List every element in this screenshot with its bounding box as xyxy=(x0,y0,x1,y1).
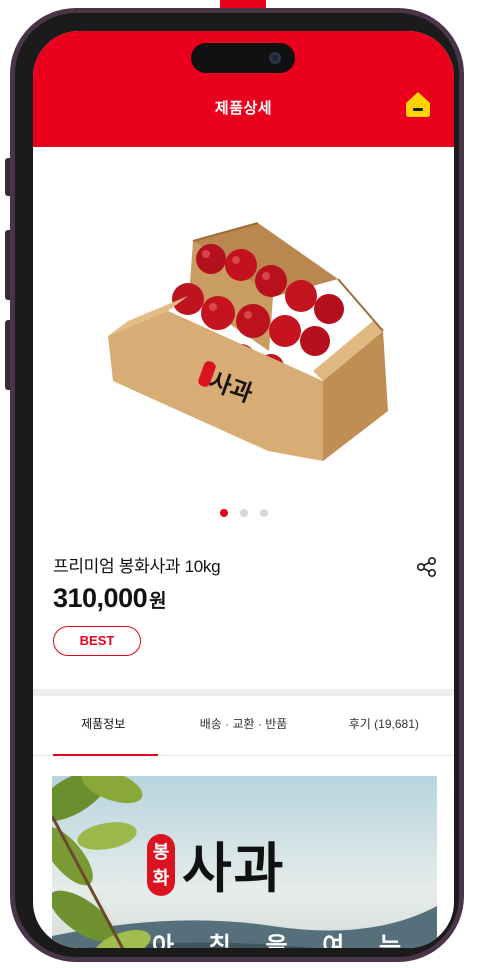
product-price: 310,000 원 xyxy=(53,583,167,614)
seal-bottom-char: 화 xyxy=(152,868,170,888)
camera-icon xyxy=(269,52,281,64)
section-divider xyxy=(33,689,454,696)
detail-tabs: 제품정보 배송 · 교환 · 반품 후기 (19,681) xyxy=(33,696,454,756)
share-button[interactable] xyxy=(416,556,438,578)
best-badge: BEST xyxy=(53,626,141,656)
product-name: 프리미엄 봉화사과 10kg xyxy=(53,557,221,576)
brand-seal: 봉 화 xyxy=(147,834,175,896)
tab-reviews[interactable]: 후기 (19,681) xyxy=(314,696,454,755)
product-image[interactable]: 봉화 사과 xyxy=(93,201,393,471)
dynamic-island xyxy=(191,43,295,73)
page-title: 제품상세 xyxy=(214,100,273,117)
price-unit: 원 xyxy=(149,591,167,612)
carousel-indicator xyxy=(33,509,454,517)
carousel-dot-1[interactable] xyxy=(219,509,228,517)
carousel-dot-3[interactable] xyxy=(259,509,268,517)
carousel-dot-2[interactable] xyxy=(239,509,248,517)
home-button[interactable] xyxy=(403,89,433,119)
product-banner: 봉 화 사과 아 침 을 여 는 xyxy=(52,776,437,948)
price-value: 310,000 xyxy=(53,583,148,613)
app-header: 제품상세 xyxy=(33,31,454,147)
tab-product-info[interactable]: 제품정보 xyxy=(33,696,173,756)
tab-shipping-exchange-return[interactable]: 배송 · 교환 · 반품 xyxy=(173,696,313,755)
seal-top-char: 봉 xyxy=(152,842,170,862)
banner-title: 사과 xyxy=(182,837,286,900)
phone-screen: 제품상세 사과 프리미엄 봉화사과 10kg 310,000 원 BEST 제품… xyxy=(33,31,454,948)
share-icon xyxy=(416,556,437,578)
home-icon xyxy=(406,92,430,117)
banner-subtitle: 아 침 을 여 는 xyxy=(152,933,416,948)
